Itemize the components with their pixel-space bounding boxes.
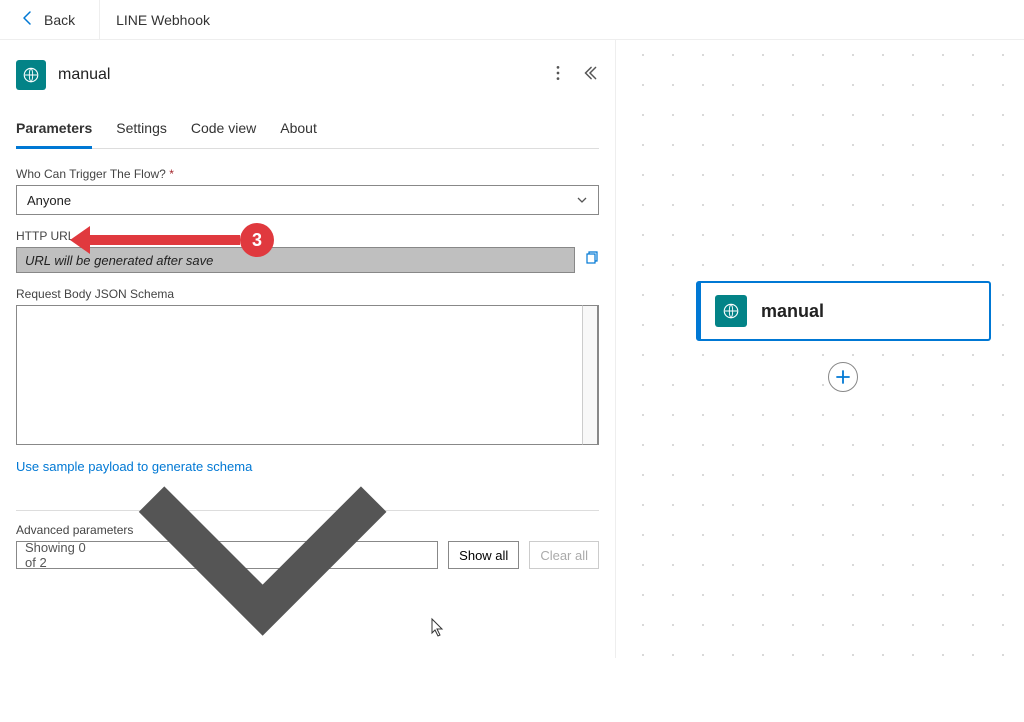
more-icon[interactable] — [549, 64, 567, 87]
back-button[interactable]: Back — [12, 6, 83, 33]
schema-label: Request Body JSON Schema — [16, 287, 599, 301]
schema-textarea[interactable] — [16, 305, 582, 445]
chevron-down-icon — [576, 194, 588, 206]
trigger-label: Who Can Trigger The Flow? * — [16, 167, 599, 181]
tabs: Parameters Settings Code view About — [16, 110, 599, 149]
scrollbar[interactable] — [582, 305, 598, 445]
node-title: manual — [58, 66, 110, 84]
tab-parameters[interactable]: Parameters — [16, 110, 92, 149]
tab-code-view[interactable]: Code view — [191, 110, 256, 148]
clear-all-button: Clear all — [529, 541, 599, 569]
flow-canvas[interactable]: manual — [616, 40, 1024, 658]
add-step-button[interactable] — [828, 362, 858, 392]
copy-icon[interactable] — [583, 250, 599, 271]
canvas-trigger-node[interactable]: manual — [696, 281, 991, 341]
page-title: LINE Webhook — [99, 0, 210, 40]
trigger-select[interactable]: Anyone — [16, 185, 599, 215]
http-url-label: HTTP URL — [16, 229, 599, 243]
canvas-node-title: manual — [761, 301, 824, 322]
http-url-field: URL will be generated after save — [16, 247, 575, 273]
back-arrow-icon — [20, 10, 36, 29]
sample-payload-link[interactable]: Use sample payload to generate schema — [16, 459, 599, 474]
trigger-node-icon — [715, 295, 747, 327]
tab-settings[interactable]: Settings — [116, 110, 167, 148]
tab-about[interactable]: About — [280, 110, 317, 148]
trigger-node-icon — [16, 60, 46, 90]
advanced-select[interactable]: Showing 0 of 2 — [16, 541, 438, 569]
back-label: Back — [44, 12, 75, 28]
collapse-icon[interactable] — [581, 64, 599, 87]
trigger-value: Anyone — [27, 193, 71, 208]
show-all-button[interactable]: Show all — [448, 541, 519, 569]
cursor-icon — [430, 617, 446, 642]
